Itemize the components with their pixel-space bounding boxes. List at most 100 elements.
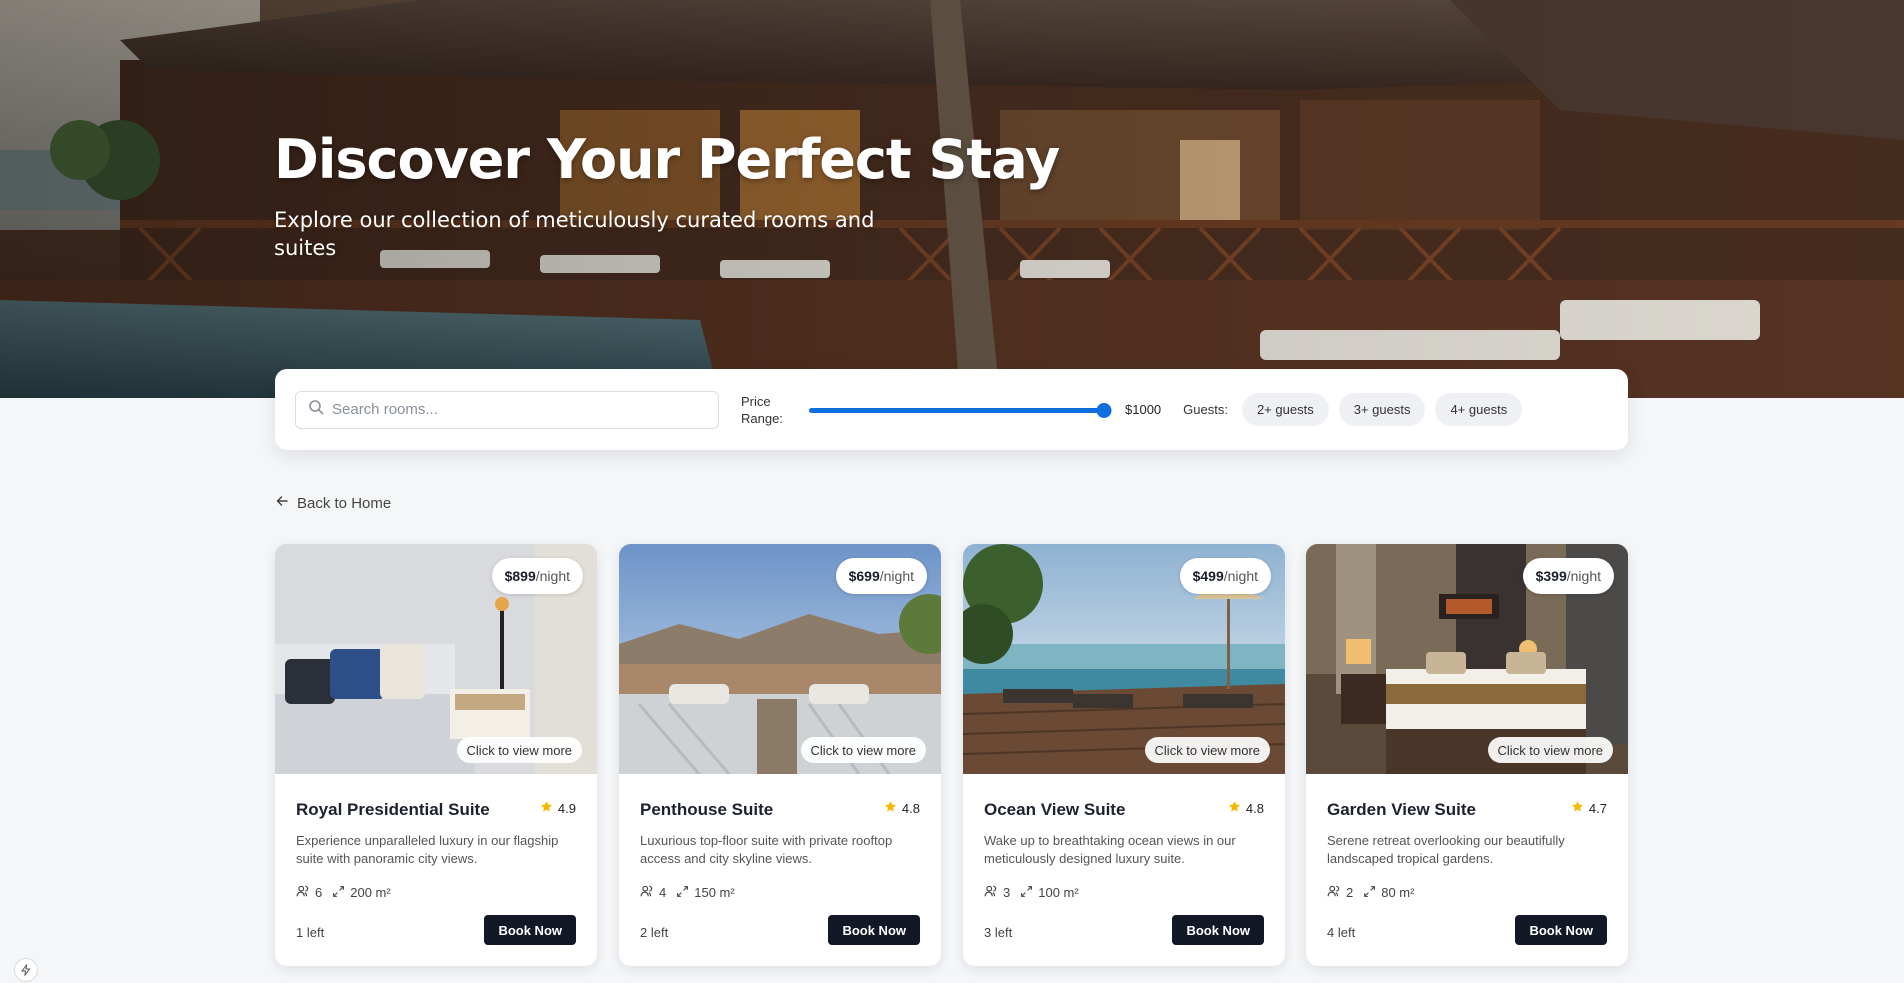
guest-count: 6 <box>315 885 323 900</box>
guest-count: 2 <box>1346 885 1354 900</box>
size-value: 200 m² <box>350 885 391 900</box>
room-card[interactable]: $699 /night Click to view more Penthouse… <box>619 544 941 966</box>
book-now-button[interactable]: Book Now <box>484 915 576 945</box>
room-meta: 2 80 m² <box>1327 884 1414 901</box>
room-rating: 4.8 <box>884 800 920 816</box>
bolt-icon[interactable] <box>14 958 38 982</box>
room-size: 80 m² <box>1363 885 1414 901</box>
room-meta: 3 100 m² <box>984 884 1079 901</box>
price-range-value: $1000 <box>1125 402 1162 417</box>
guest-capacity: 4 <box>640 884 666 901</box>
users-icon <box>1327 884 1341 901</box>
room-name: Ocean View Suite <box>984 800 1126 819</box>
guest-count: 3 <box>1003 885 1011 900</box>
rating-value: 4.8 <box>1245 800 1264 816</box>
price-badge: $899 /night <box>491 558 583 594</box>
star-icon <box>540 800 553 816</box>
room-card[interactable]: $399 /night Click to view more Garden Vi… <box>1306 544 1628 966</box>
star-icon <box>1571 800 1584 816</box>
price-badge: $399 /night <box>1522 558 1614 594</box>
star-icon <box>884 800 897 816</box>
book-now-button[interactable]: Book Now <box>828 915 920 945</box>
arrow-left-icon <box>275 494 289 512</box>
room-name: Garden View Suite <box>1327 800 1476 819</box>
room-size: 100 m² <box>1020 885 1079 901</box>
size-value: 100 m² <box>1038 885 1079 900</box>
room-rating: 4.7 <box>1571 800 1607 816</box>
guest-filter-2-plus[interactable]: 2+ guests <box>1241 393 1329 426</box>
room-image[interactable]: $399 /night Click to view more <box>1306 544 1628 774</box>
availability: 2 left <box>640 925 669 940</box>
filter-bar: Price Range: $1000 Guests: 2+ guests 3+ … <box>275 369 1628 450</box>
room-meta: 4 150 m² <box>640 884 735 901</box>
rating-value: 4.7 <box>1588 800 1607 816</box>
room-price: $499 <box>1192 568 1224 584</box>
book-now-button[interactable]: Book Now <box>1172 915 1264 945</box>
room-card-body: Ocean View Suite 4.8 Wake up to breathta… <box>963 774 1285 966</box>
guest-filter-3-plus[interactable]: 3+ guests <box>1338 393 1426 426</box>
per-night-label: /night <box>1566 568 1601 584</box>
page-title: Discover Your Perfect Stay <box>274 128 1060 191</box>
room-size: 150 m² <box>676 885 735 901</box>
hero-overlay <box>0 0 1904 398</box>
back-link-label: Back to Home <box>297 494 392 512</box>
view-more-hint[interactable]: Click to view more <box>1144 737 1270 763</box>
room-name: Royal Presidential Suite <box>296 800 490 819</box>
book-now-button[interactable]: Book Now <box>1515 915 1607 945</box>
room-description: Experience unparalleled luxury in our fl… <box>296 833 559 866</box>
guest-capacity: 6 <box>296 884 322 901</box>
rating-value: 4.9 <box>557 800 576 816</box>
room-image[interactable]: $899 /night Click to view more <box>275 544 597 774</box>
room-rating: 4.9 <box>540 800 576 816</box>
expand-icon <box>676 885 689 901</box>
slider-handle[interactable] <box>1096 402 1112 418</box>
guest-capacity: 2 <box>1327 884 1353 901</box>
view-more-hint[interactable]: Click to view more <box>800 737 926 763</box>
room-card-body: Garden View Suite 4.7 Serene retreat ove… <box>1306 774 1628 966</box>
availability: 3 left <box>984 925 1013 940</box>
users-icon <box>296 884 310 901</box>
per-night-label: /night <box>1223 568 1258 584</box>
room-description: Luxurious top-floor suite with private r… <box>640 833 893 866</box>
room-size: 200 m² <box>332 885 391 901</box>
guest-filter-4-plus[interactable]: 4+ guests <box>1435 393 1523 426</box>
room-price: $699 <box>848 568 880 584</box>
rating-value: 4.8 <box>901 800 920 816</box>
availability: 4 left <box>1327 925 1356 940</box>
star-icon <box>1228 800 1241 816</box>
slider-fill <box>809 407 1104 413</box>
room-price: $899 <box>504 568 536 584</box>
price-range-slider[interactable] <box>809 400 1112 420</box>
search-input[interactable] <box>332 401 706 418</box>
expand-icon <box>1363 885 1376 901</box>
view-more-hint[interactable]: Click to view more <box>456 737 582 763</box>
per-night-label: /night <box>535 568 570 584</box>
users-icon <box>640 884 654 901</box>
search-field[interactable] <box>295 390 719 429</box>
users-icon <box>984 884 998 901</box>
room-card[interactable]: $499 /night Click to view more Ocean Vie… <box>963 544 1285 966</box>
room-image[interactable]: $699 /night Click to view more <box>619 544 941 774</box>
per-night-label: /night <box>879 568 914 584</box>
price-badge: $499 /night <box>1179 558 1271 594</box>
back-to-home-link[interactable]: Back to Home <box>275 494 391 512</box>
expand-icon <box>332 885 345 901</box>
price-badge: $699 /night <box>835 558 927 594</box>
room-description: Serene retreat overlooking our beautiful… <box>1327 833 1565 866</box>
view-more-hint[interactable]: Click to view more <box>1487 737 1613 763</box>
room-card[interactable]: $899 /night Click to view more Royal Pre… <box>275 544 597 966</box>
room-card-body: Royal Presidential Suite 4.9 Experience … <box>275 774 597 966</box>
expand-icon <box>1020 885 1033 901</box>
room-image[interactable]: $499 /night Click to view more <box>963 544 1285 774</box>
room-description: Wake up to breathtaking ocean views in o… <box>984 833 1236 866</box>
room-list: $899 /night Click to view more Royal Pre… <box>275 544 1628 966</box>
availability: 1 left <box>296 925 325 940</box>
price-range-label: Price Range: <box>741 393 783 426</box>
room-card-body: Penthouse Suite 4.8 Luxurious top-floor … <box>619 774 941 966</box>
size-value: 150 m² <box>694 885 735 900</box>
guest-capacity: 3 <box>984 884 1010 901</box>
room-meta: 6 200 m² <box>296 884 391 901</box>
guest-count: 4 <box>659 885 667 900</box>
hero-banner: Discover Your Perfect Stay Explore our c… <box>0 0 1904 398</box>
room-name: Penthouse Suite <box>640 800 774 819</box>
